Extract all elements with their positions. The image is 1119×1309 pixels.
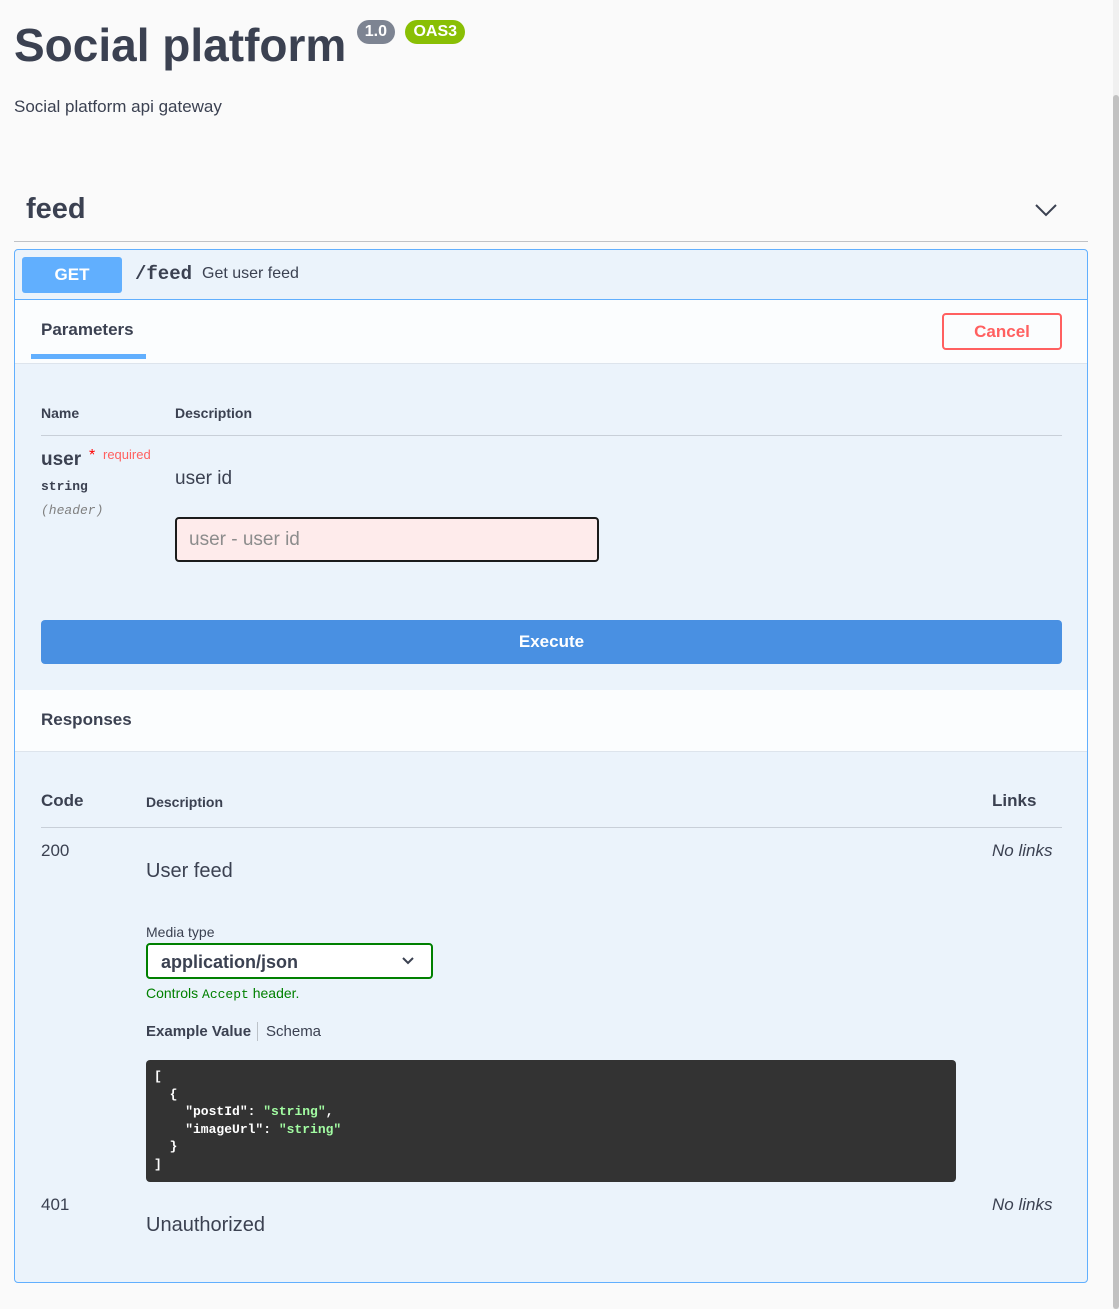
example-value-code: [ { "postId": "string", "imageUrl": "str…: [146, 1060, 956, 1182]
param-location: (header): [41, 503, 104, 518]
divider: [41, 435, 1062, 436]
col-header-links: Links: [992, 791, 1037, 810]
example-line: "imageUrl": "string": [154, 1121, 342, 1137]
oas-badge: OAS3: [405, 20, 466, 44]
param-name: user: [41, 449, 82, 470]
response-links: No links: [992, 1195, 1053, 1214]
tab-underline: [31, 354, 146, 359]
tab-parameters[interactable]: Parameters: [41, 320, 134, 340]
version-badge: 1.0: [356, 20, 395, 44]
operation-path: /feed: [135, 263, 193, 285]
param-type: string: [41, 479, 88, 494]
col-header-description: Description: [175, 405, 253, 421]
method-badge: GET: [22, 257, 122, 293]
operation-summary: Get user feed: [202, 265, 299, 282]
col-header-resp-description: Description: [146, 794, 224, 810]
divider: [41, 827, 1062, 828]
responses-title: Responses: [41, 710, 132, 729]
example-line: ]: [154, 1156, 162, 1172]
response-links: No links: [992, 841, 1053, 860]
execute-button[interactable]: Execute: [41, 620, 1062, 664]
example-line: }: [154, 1139, 178, 1154]
required-star: *: [89, 447, 96, 464]
chevron-down-icon: [402, 957, 414, 965]
tag-section-feed[interactable]: feed: [14, 180, 1088, 242]
required-label: required: [103, 447, 151, 462]
info-header: Social platform 1.0 OAS3: [14, 18, 466, 78]
user-input[interactable]: [175, 517, 599, 562]
controls-accept-note: Controls Accept header.: [146, 985, 300, 1002]
media-type-select[interactable]: application/json: [146, 943, 433, 979]
chevron-down-icon[interactable]: [1034, 198, 1058, 222]
api-description: Social platform api gateway: [14, 97, 222, 116]
media-type-value: application/json: [161, 952, 299, 972]
example-line: {: [154, 1086, 178, 1102]
response-description: Unauthorized: [146, 1214, 265, 1236]
param-description: user id: [175, 468, 233, 489]
tag-name: feed: [26, 193, 86, 225]
response-code: 200: [41, 841, 70, 860]
tab-schema[interactable]: Schema: [266, 1023, 321, 1040]
col-header-name: Name: [41, 405, 80, 421]
response-description: User feed: [146, 860, 233, 882]
col-header-code: Code: [41, 791, 84, 810]
example-line: "postId": "string",: [154, 1104, 334, 1119]
parameters-header: Parameters Cancel: [15, 300, 1087, 364]
response-code: 401: [41, 1195, 70, 1214]
media-type-label: Media type: [146, 924, 215, 940]
cancel-button[interactable]: Cancel: [942, 313, 1062, 350]
responses-header: Responses: [15, 690, 1087, 752]
tab-example-value[interactable]: Example Value: [146, 1023, 251, 1040]
example-json: [ { "postId": "string", "imageUrl": "str…: [154, 1068, 948, 1173]
opblock-get-feed: GET /feed Get user feed Parameters Cance…: [14, 249, 1088, 1283]
tab-divider: [257, 1022, 258, 1041]
api-title: Social platform: [14, 19, 347, 71]
scrollbar[interactable]: [1113, 0, 1119, 1309]
example-line: [: [154, 1069, 162, 1084]
opblock-summary[interactable]: GET /feed Get user feed: [15, 250, 1087, 300]
scrollbar-thumb[interactable]: [1113, 95, 1119, 1309]
